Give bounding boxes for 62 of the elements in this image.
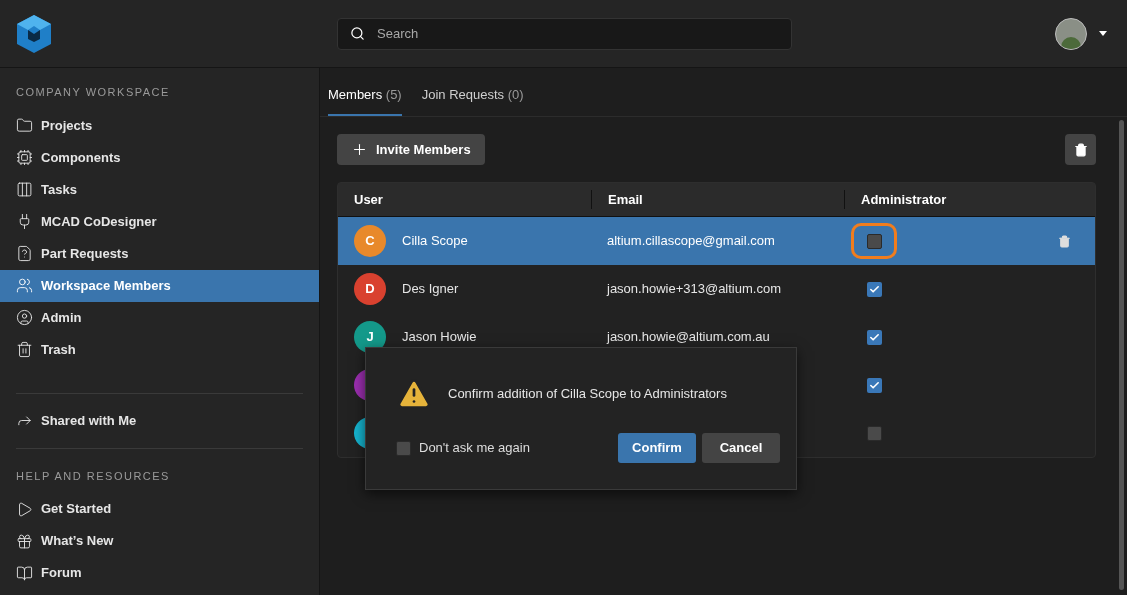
initial-avatar: C — [354, 225, 386, 257]
confirm-button[interactable]: Confirm — [618, 433, 696, 463]
play-icon — [16, 500, 33, 518]
sidebar-item[interactable]: Part Requests — [0, 237, 319, 270]
search-icon — [350, 26, 365, 41]
checkbox[interactable] — [866, 425, 882, 441]
sidebar-item[interactable]: Admin — [0, 301, 319, 334]
member-email: jason.howie@altium.com.au — [607, 329, 770, 345]
search-field[interactable]: Search — [337, 17, 792, 50]
checkbox-label: Don't ask me again — [419, 439, 530, 458]
user-avatar[interactable] — [1055, 17, 1087, 50]
checkbox[interactable] — [866, 233, 882, 249]
folder-icon — [16, 117, 33, 134]
section-heading: HELP AND RESOURCES — [16, 468, 171, 484]
sidebar-item[interactable]: What’s New — [16, 525, 303, 557]
dropdown-caret-icon[interactable] — [1099, 30, 1107, 37]
trash-icon — [1073, 142, 1088, 157]
checkbox[interactable] — [866, 377, 882, 393]
trash-icon[interactable] — [1058, 234, 1071, 248]
sidebar-item[interactable]: Shared with Me — [16, 404, 303, 437]
gift-icon — [16, 532, 33, 550]
check-icon — [868, 283, 880, 295]
trash-icon — [16, 341, 33, 358]
sidebar-item[interactable]: Get Started — [16, 493, 303, 525]
checkbox[interactable] — [866, 281, 882, 297]
columns-icon — [16, 181, 33, 198]
tab[interactable]: Join Requests (0) — [421, 84, 524, 116]
tab[interactable]: Members (5) — [328, 84, 402, 116]
selected-row[interactable]: C Cilla Scope altium.cillascope@gmail.com — [338, 217, 1095, 265]
initial-avatar: D — [354, 273, 386, 305]
checkbox[interactable] — [866, 329, 882, 345]
sidebar-item[interactable]: Tasks — [0, 173, 319, 206]
chip-icon — [16, 149, 33, 166]
people-icon — [16, 277, 33, 294]
member-email: jason.howie+313@altium.com — [607, 281, 781, 297]
cube-logo — [16, 13, 52, 54]
sidebar-item[interactable]: MCAD CoDesigner — [0, 205, 319, 238]
plus-icon — [351, 141, 368, 158]
sidebar-item[interactable]: Workspace Members — [0, 269, 319, 302]
member-name: Des Igner — [402, 280, 459, 299]
member-email: altium.cillascope@gmail.com — [607, 233, 775, 249]
section-heading: COMPANY WORKSPACE — [15, 85, 171, 100]
check-icon — [868, 379, 880, 391]
cancel-button[interactable]: Cancel — [702, 433, 780, 463]
book-icon — [16, 564, 33, 582]
delete-button[interactable] — [1065, 134, 1096, 165]
document-icon — [16, 245, 33, 262]
sidebar-item[interactable]: Trash — [0, 333, 319, 366]
member-name: Cilla Scope — [402, 232, 468, 251]
column-header: Email — [591, 189, 844, 210]
column-header: User — [353, 190, 384, 209]
sidebar-item[interactable]: Forum — [16, 557, 303, 589]
user-icon — [16, 309, 33, 326]
dialog-message: Confirm addition of Cilla Scope to Administrators — [448, 385, 727, 404]
search-input[interactable]: Search — [377, 23, 779, 44]
sidebar-item[interactable]: Projects — [0, 109, 319, 142]
member-name: Jason Howie — [402, 328, 477, 347]
checkbox[interactable] — [396, 440, 411, 456]
check-icon — [868, 331, 880, 343]
sidebar-item[interactable]: Components — [0, 141, 319, 174]
invite-members-button[interactable]: Invite Members — [337, 134, 485, 165]
column-header: Administrator — [844, 189, 1095, 210]
